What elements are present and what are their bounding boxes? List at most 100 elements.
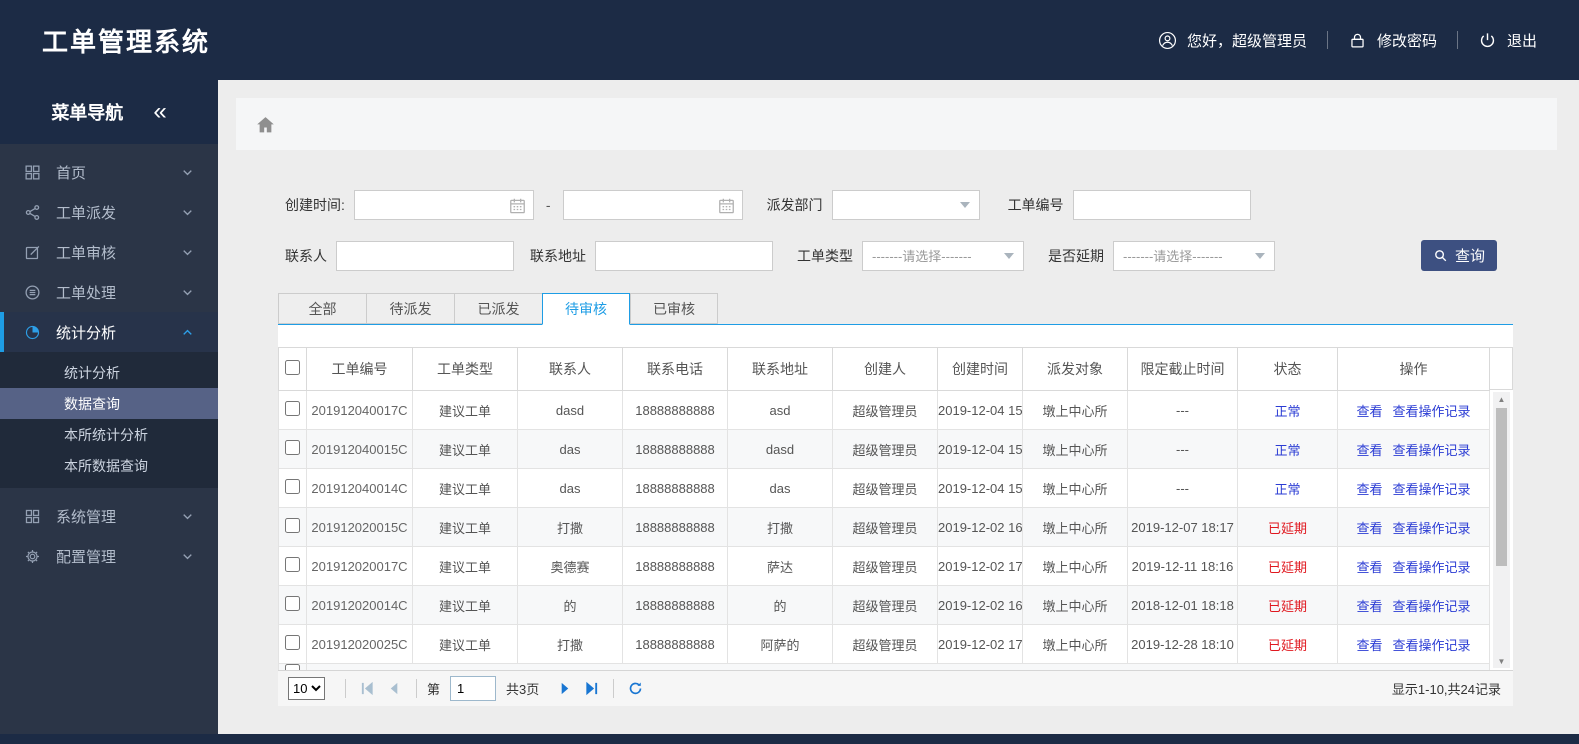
cell-no: 201912020014C <box>306 585 413 625</box>
table-scrollbar[interactable]: ▲ ▼ <box>1493 392 1510 668</box>
cell-target: 墩上中心所 <box>1022 546 1128 586</box>
action-link[interactable]: 查看 <box>1356 638 1382 653</box>
status-tabs: 全部 待派发 已派发 待审核 已审核 <box>278 293 1513 325</box>
cell-creator: 超级管理员 <box>832 468 938 508</box>
change-password-button[interactable]: 修改密码 <box>1348 30 1437 51</box>
row-checkbox[interactable] <box>285 664 300 670</box>
last-page-button[interactable] <box>578 677 605 701</box>
action-link[interactable]: 查看 <box>1356 560 1382 575</box>
row-checkbox[interactable] <box>285 518 300 533</box>
search-icon <box>1435 250 1447 262</box>
action-link[interactable]: 查看操作记录 <box>1393 482 1471 497</box>
action-link[interactable]: 查看操作记录 <box>1393 521 1471 536</box>
cell-status: 正常 <box>1237 390 1338 430</box>
select-all-checkbox[interactable] <box>285 360 300 375</box>
cell-created: 2019-12-02 16 <box>937 585 1023 625</box>
action-link[interactable]: 查看操作记录 <box>1393 638 1471 653</box>
user-greeting: 您好，超级管理员 <box>1158 30 1307 51</box>
chevron-down-icon <box>183 209 192 215</box>
action-link[interactable]: 查看 <box>1356 404 1382 419</box>
sidebar-item-system[interactable]: 系统管理 <box>0 496 218 536</box>
chevron-up-icon <box>183 329 192 335</box>
search-button[interactable]: 查询 <box>1421 240 1497 271</box>
action-link[interactable]: 查看操作记录 <box>1393 443 1471 458</box>
table-header-row: 工单编号 工单类型 联系人 联系电话 联系地址 创建人 创建时间 派发对象 限定截止时间 状态 操作 <box>278 347 1490 391</box>
sidebar-item-statistics[interactable]: 统计分析 <box>0 312 218 352</box>
cell-deadline: 2019-12-07 18:17 <box>1127 507 1238 547</box>
tab-2[interactable]: 已派发 <box>454 293 542 324</box>
action-link[interactable]: 查看操作记录 <box>1393 560 1471 575</box>
row-checkbox[interactable] <box>285 479 300 494</box>
filter-form: 创建时间: - 派发部门 工单编号 联系人 联系地址 工单类型 -------请… <box>285 190 1497 271</box>
divider <box>345 679 346 698</box>
next-page-button[interactable] <box>551 677 578 701</box>
table-wrap: 工单编号 工单类型 联系人 联系电话 联系地址 创建人 创建时间 派发对象 限定截止时间 状态 操作… <box>278 347 1513 670</box>
dispatch-dept-select[interactable] <box>831 190 980 220</box>
tab-4[interactable]: 已审核 <box>630 293 718 324</box>
chevron-down-icon <box>183 513 192 519</box>
tab-panel: 工单编号 工单类型 联系人 联系电话 联系地址 创建人 创建时间 派发对象 限定截止时间 状态 操作… <box>278 325 1513 706</box>
create-time-end-input[interactable] <box>562 190 743 220</box>
submenu-item[interactable]: 本所统计分析 <box>0 419 218 450</box>
sidebar-item-label: 工单审核 <box>56 244 117 262</box>
action-link[interactable]: 查看操作记录 <box>1393 599 1471 614</box>
order-no-input[interactable] <box>1072 190 1251 220</box>
column-header: 工单类型 <box>412 347 518 391</box>
submenu-item[interactable]: 数据查询 <box>0 388 218 419</box>
first-page-button[interactable] <box>354 677 381 701</box>
scrollbar-thumb[interactable] <box>1496 408 1507 566</box>
prev-page-button[interactable] <box>381 677 408 701</box>
select-caret-icon <box>1255 252 1265 259</box>
page-number-input[interactable] <box>450 676 497 701</box>
contact-input[interactable] <box>336 240 514 271</box>
action-link[interactable]: 查看 <box>1356 599 1382 614</box>
cell-deadline: 2019-12-11 18:16 <box>1127 546 1238 586</box>
address-input[interactable] <box>595 240 773 271</box>
cell-no: 201912040017C <box>306 390 413 430</box>
cell-contact: 打撒 <box>517 624 623 664</box>
cell-contact: 奥德赛 <box>517 546 623 586</box>
row-checkbox[interactable] <box>285 635 300 650</box>
sidebar-item-home[interactable]: 首页 <box>0 152 218 192</box>
sidebar-item-config[interactable]: 配置管理 <box>0 536 218 576</box>
row-checkbox[interactable] <box>285 440 300 455</box>
action-link[interactable]: 查看 <box>1356 521 1382 536</box>
cell-type: 建议工单 <box>412 468 518 508</box>
sidebar-item-label: 首页 <box>56 164 87 182</box>
cell-contact: dasd <box>517 390 623 430</box>
sidebar-item-review[interactable]: 工单审核 <box>0 232 218 272</box>
cell-address: 萨达 <box>727 546 833 586</box>
row-checkbox[interactable] <box>285 557 300 572</box>
cell-target: 墩上中心所 <box>1022 390 1128 430</box>
logout-button[interactable]: 退出 <box>1478 30 1537 51</box>
calendar-icon <box>718 198 734 214</box>
tab-1[interactable]: 待派发 <box>366 293 454 324</box>
gear-icon <box>25 549 40 563</box>
row-checkbox[interactable] <box>285 401 300 416</box>
sidebar-item-dispatch[interactable]: 工单派发 <box>0 192 218 232</box>
modules-icon <box>25 509 40 523</box>
page-size-select[interactable]: 10 <box>288 677 325 700</box>
order-type-select[interactable]: -------请选择------- <box>862 240 1024 271</box>
submenu-item[interactable]: 统计分析 <box>0 357 218 388</box>
row-checkbox[interactable] <box>285 596 300 611</box>
tab-3[interactable]: 待审核 <box>542 293 630 325</box>
is-delayed-select[interactable]: -------请选择------- <box>1113 240 1275 271</box>
up-arrow-icon[interactable]: ▲ <box>1493 392 1510 406</box>
refresh-button[interactable] <box>622 677 649 701</box>
action-link[interactable]: 查看 <box>1356 443 1382 458</box>
action-link[interactable]: 查看 <box>1356 482 1382 497</box>
cell-no: 201912020015C <box>306 507 413 547</box>
action-link[interactable]: 查看操作记录 <box>1393 404 1471 419</box>
collapse-icon[interactable]: « <box>153 100 166 124</box>
home-icon[interactable] <box>255 114 276 135</box>
sidebar-item-process[interactable]: 工单处理 <box>0 272 218 312</box>
cell-created: 2019-12-02 16 <box>937 507 1023 547</box>
sidebar-item-label: 统计分析 <box>56 324 117 342</box>
cell-type: 建议工单 <box>412 546 518 586</box>
cell-status: 正常 <box>1237 468 1338 508</box>
create-time-start-input[interactable] <box>353 190 534 220</box>
tab-0[interactable]: 全部 <box>278 293 366 324</box>
submenu-item[interactable]: 本所数据查询 <box>0 450 218 481</box>
down-arrow-icon[interactable]: ▼ <box>1493 654 1510 668</box>
